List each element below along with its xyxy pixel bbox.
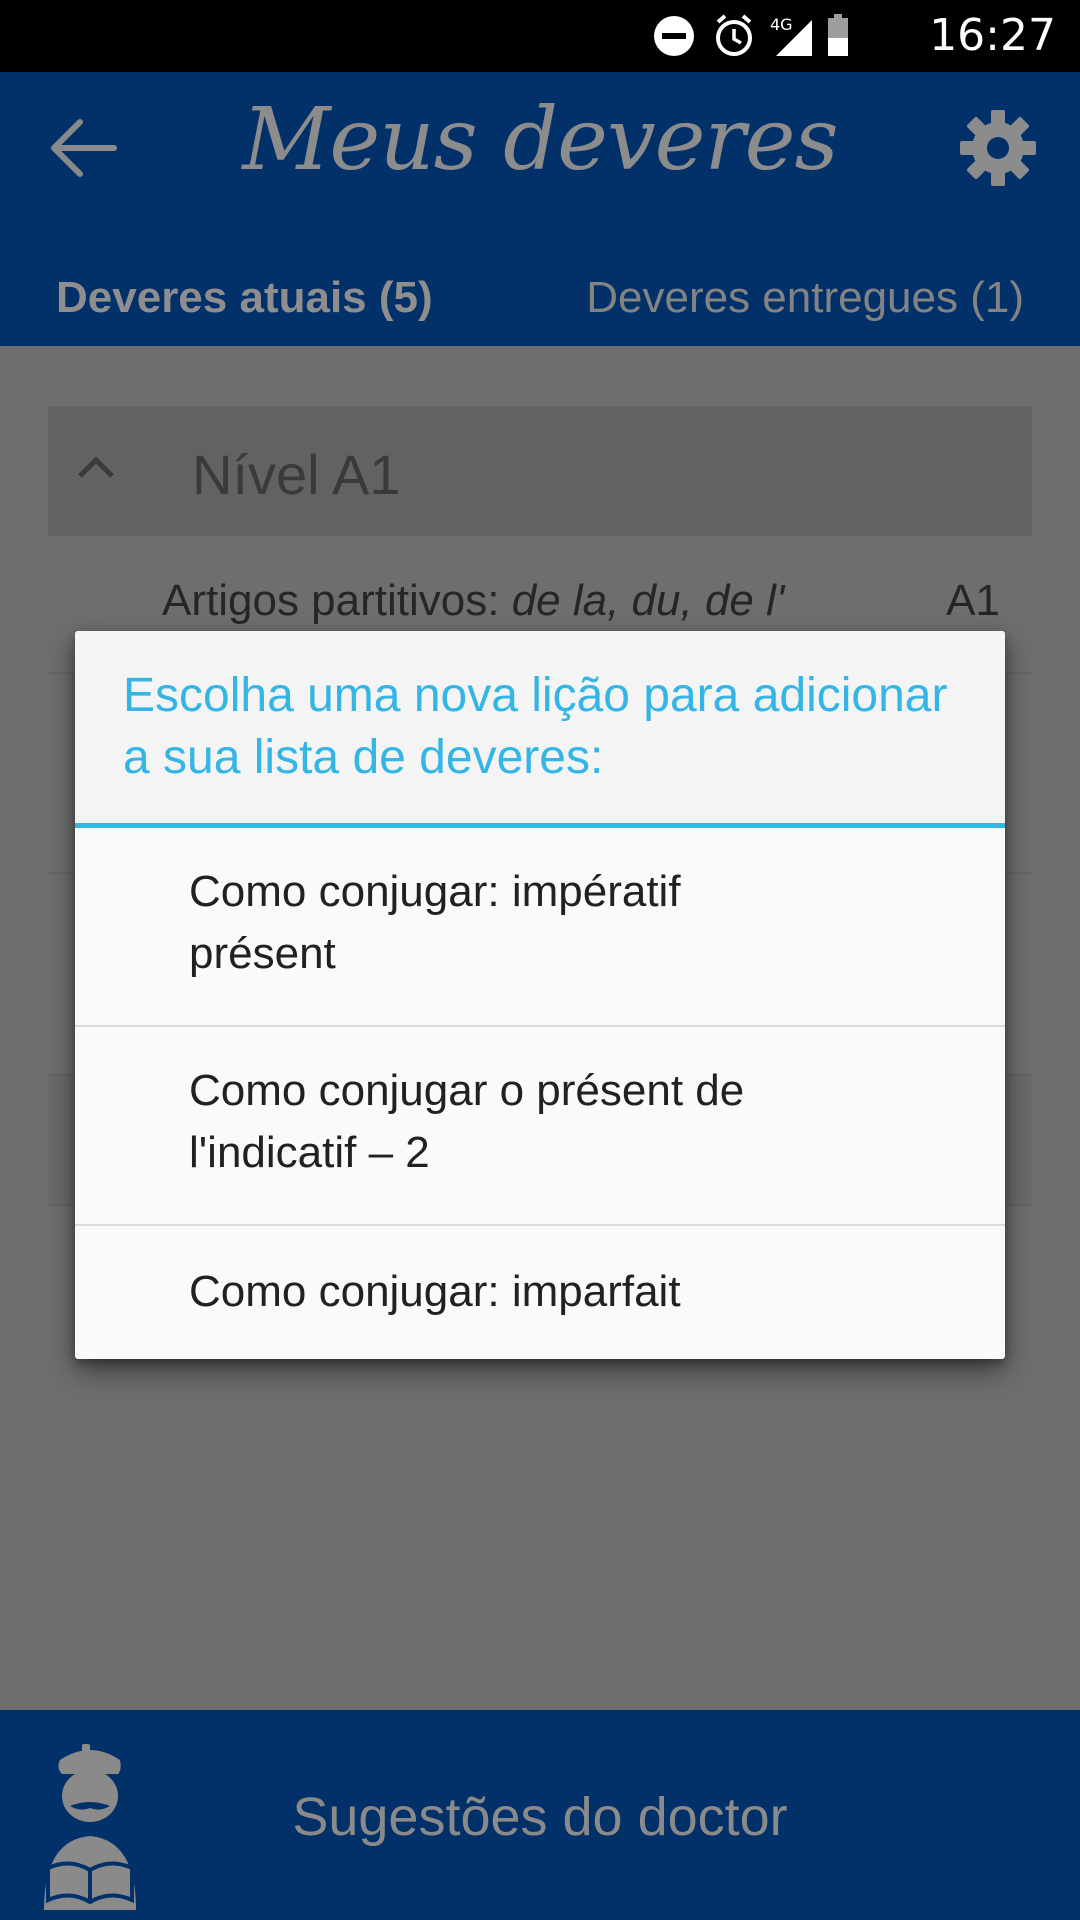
choose-lesson-dialog: Escolha uma nova lição para adicionar a … — [75, 631, 1005, 1359]
status-icons: 4G — [654, 14, 848, 56]
bottom-bar[interactable]: Sugestões do doctor — [0, 1710, 1080, 1920]
level-header[interactable]: Nível A1 — [48, 406, 1032, 536]
lesson-level: A1 — [946, 576, 1000, 625]
chevron-up-icon — [78, 456, 114, 478]
clock: 16:27 — [929, 10, 1056, 61]
dialog-header: Escolha uma nova lição para adicionar a … — [75, 631, 1005, 828]
lesson-option[interactable]: Como conjugar: impératif présent — [75, 828, 1005, 1027]
lesson-option[interactable]: Como conjugar o présent de l'indicatif –… — [75, 1027, 1005, 1226]
tab-delivered-assignments[interactable]: Deveres entregues (1) — [586, 270, 1024, 326]
do-not-disturb-icon — [654, 16, 694, 56]
app-bar: Meus deveres Deveres atuais (5) Deveres … — [0, 72, 1080, 346]
doctor-suggestions-label: Sugestões do doctor — [292, 1787, 788, 1847]
level-label: Nível A1 — [192, 443, 401, 506]
tab-current-assignments[interactable]: Deveres atuais (5) — [56, 270, 433, 326]
lesson-title: Artigos partitivos: de la, du, de l' — [162, 576, 785, 625]
signal-icon: 4G — [770, 15, 812, 56]
lesson-option-label: Como conjugar: impératif présent — [189, 867, 681, 978]
lesson-title-italic: de la, du, de l' — [511, 576, 785, 625]
svg-text:4G: 4G — [770, 15, 793, 34]
lesson-option[interactable]: Como conjugar: imparfait — [75, 1226, 1005, 1359]
status-bar: 4G 16:27 — [0, 0, 1080, 72]
lesson-option-label: Como conjugar o présent de l'indicatif –… — [189, 1066, 745, 1177]
gear-icon[interactable] — [956, 106, 1040, 190]
alarm-icon — [716, 14, 752, 56]
tab-bar: Deveres atuais (5) Deveres entregues (1) — [0, 244, 1080, 346]
battery-icon — [828, 14, 848, 56]
dialog-title: Escolha uma nova lição para adicionar a … — [123, 669, 948, 784]
page-title: Meus deveres — [242, 90, 838, 190]
lesson-option-label: Como conjugar: imparfait — [189, 1267, 681, 1316]
